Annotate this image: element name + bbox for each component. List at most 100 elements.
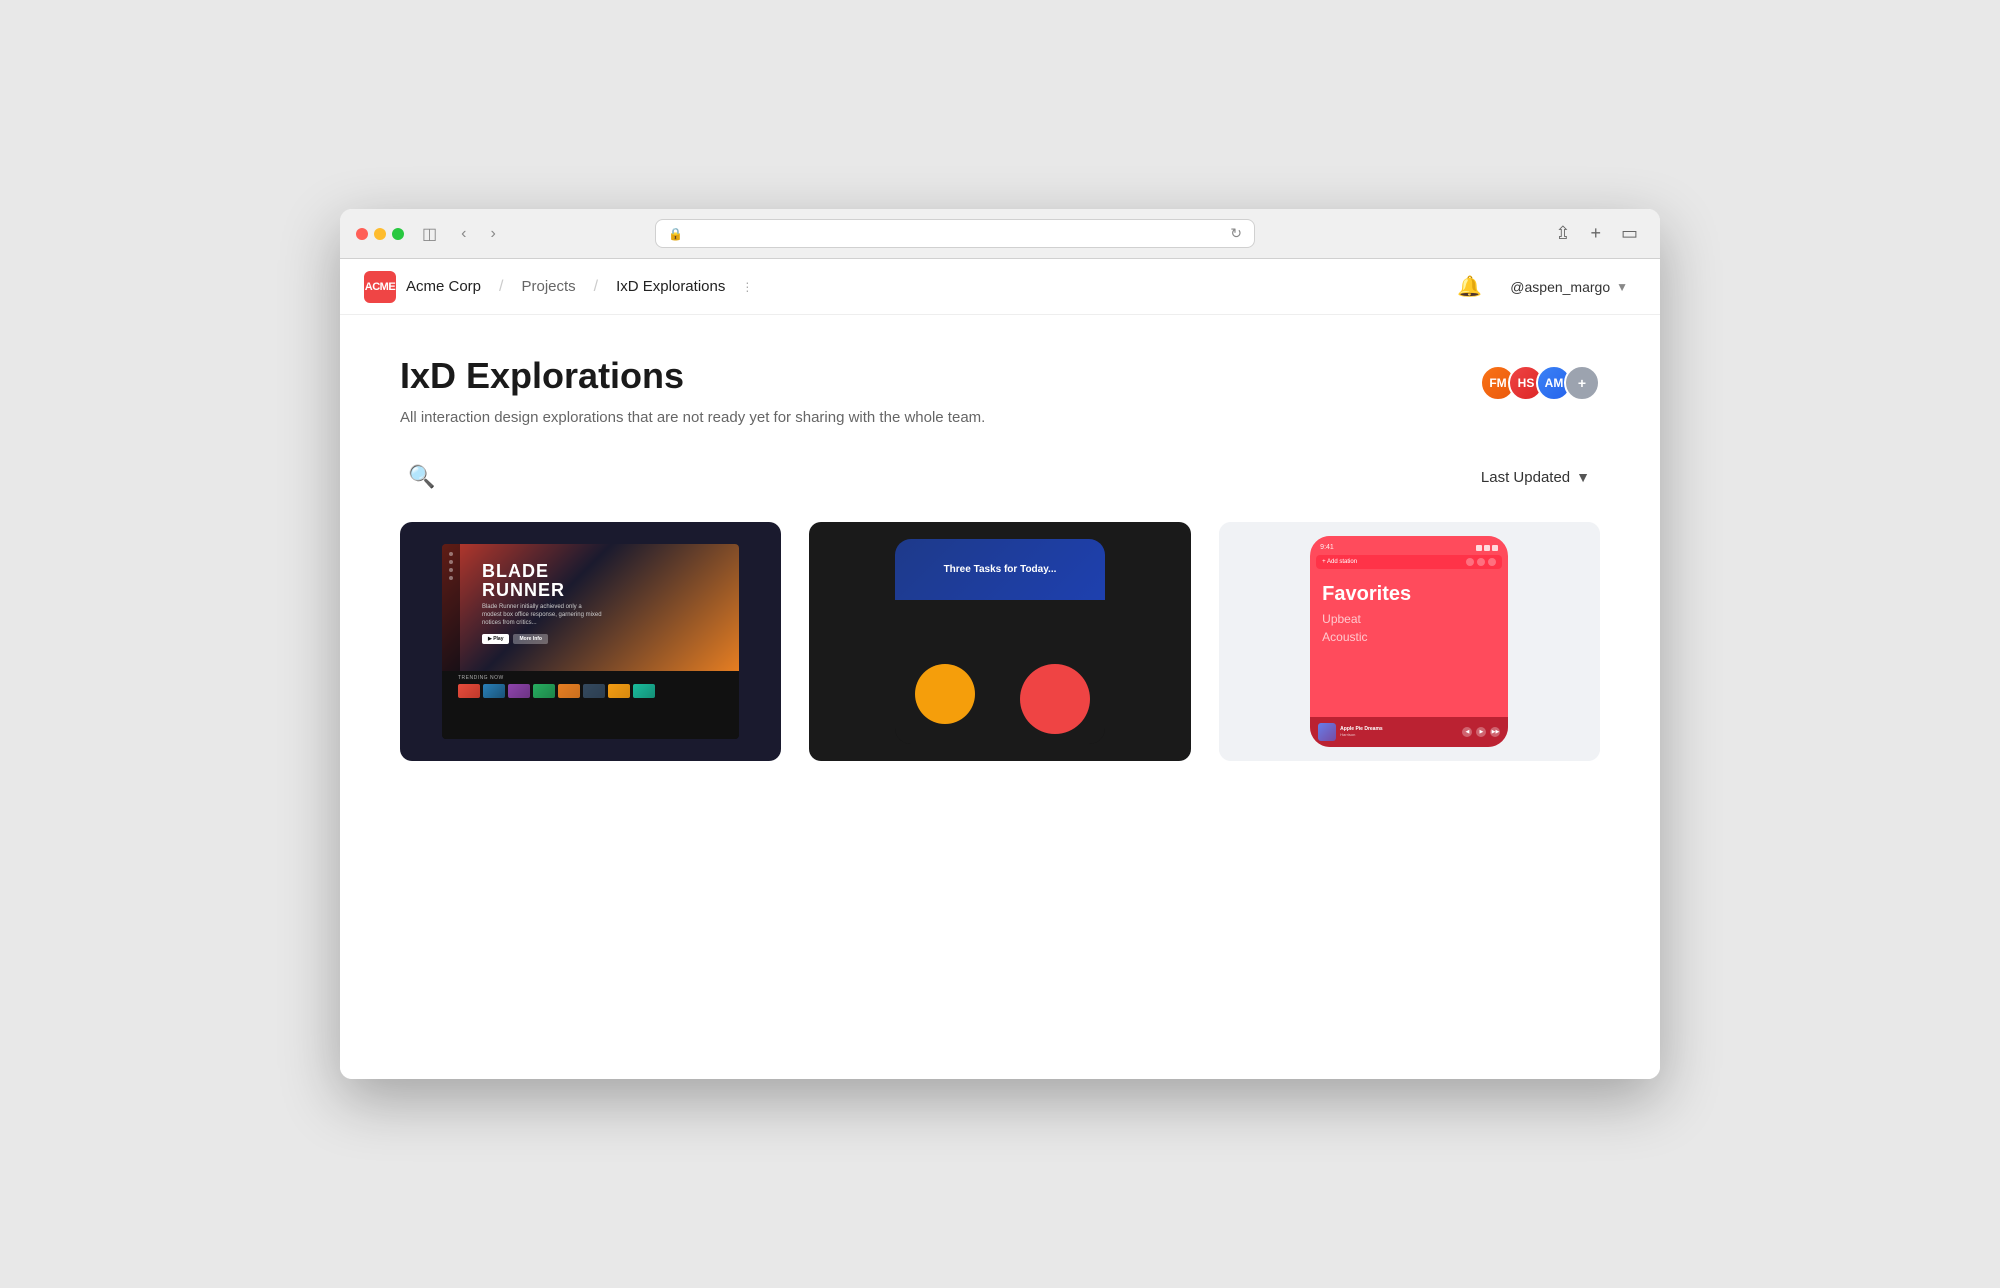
thumb-3 [508,684,530,698]
breadcrumb-separator-1: / [499,278,503,296]
music-next-button[interactable]: ▶▶ [1490,727,1500,737]
user-handle: @aspen_margo [1510,279,1610,295]
card-todo[interactable]: Three Tasks for Today... HS [809,522,1190,761]
avatar-initials-2: HS [1518,376,1535,390]
thumb-8 [633,684,655,698]
page-title: IxD Explorations [400,355,1600,397]
streaming-hero-text: BLADERUNNER Blade Runner initially achie… [458,562,602,644]
lock-icon: 🔒 [668,227,683,241]
avatar-initials-3: AM [1545,376,1564,390]
music-controls: ◀ ▶ ▶▶ [1462,727,1500,737]
streaming-screen: BLADERUNNER Blade Runner initially achie… [442,544,739,740]
search-icon: 🔍 [408,464,435,489]
avatar-member-4[interactable]: + [1564,365,1600,401]
streaming-info-btn: More Info [513,634,548,644]
music-now-info: Apple Pie Dreams Harrison [1340,726,1458,737]
thumb-4 [533,684,555,698]
music-signal-icon [1476,545,1482,551]
music-phone: 9:41 + Add station [1310,536,1508,746]
breadcrumb-projects-link[interactable]: Projects [521,278,575,295]
music-wifi-icon [1484,545,1490,551]
new-tab-button[interactable]: + [1584,219,1607,248]
traffic-lights [356,228,404,240]
thumb-2 [483,684,505,698]
back-button[interactable]: ‹ [455,221,472,247]
sidebar-dot-4 [449,576,453,580]
browser-window: ◫ ‹ › 🔒 cloud.protopie.io ↻ ⇫ + ▭ ACME A… [340,209,1660,1079]
toolbar: 🔍 Last Updated ▼ [400,450,1600,494]
avatar-initials-1: FM [1489,376,1506,390]
music-add-station-text: + Add station [1322,559,1357,565]
maximize-traffic-light[interactable] [392,228,404,240]
brand-name[interactable]: Acme Corp [406,278,481,295]
browser-actions: ⇫ + ▭ [1549,219,1644,248]
address-bar[interactable]: 🔒 cloud.protopie.io ↻ [655,219,1255,248]
music-now-playing: Apple Pie Dreams Harrison ◀ ▶ ▶▶ [1310,717,1508,747]
forward-button[interactable]: › [484,221,501,247]
sidebar-toggle-button[interactable]: ◫ [416,220,443,248]
sidebar-dot-2 [449,560,453,564]
music-play-button[interactable]: ▶ [1476,727,1486,737]
music-upbeat-label: Upbeat [1322,612,1496,626]
card-tv-streaming[interactable]: BLADERUNNER Blade Runner initially achie… [400,522,781,761]
close-traffic-light[interactable] [356,228,368,240]
music-now-artist: Harrison [1340,732,1458,737]
todo-phone: Three Tasks for Today... [895,539,1105,745]
trending-strip: Trending Now [442,671,739,740]
card-preview-todo: Three Tasks for Today... [809,522,1190,761]
page-header: IxD Explorations All interaction design … [400,355,1600,426]
music-battery-icon [1492,545,1498,551]
breadcrumb-menu-icon[interactable]: ⋮ [741,280,753,294]
streaming-buttons: ▶ Play More Info [482,634,602,644]
music-phone-header: 9:41 [1310,536,1508,551]
card-preview-music: 9:41 + Add station [1219,522,1600,761]
main-content: IxD Explorations All interaction design … [340,315,1660,801]
sidebar-dot-1 [449,552,453,556]
streaming-description: Blade Runner initially achieved only a m… [482,604,602,627]
tabs-button[interactable]: ▭ [1615,219,1644,248]
page-description: All interaction design explorations that… [400,409,1050,426]
streaming-title: BLADERUNNER [482,562,602,602]
avatar-initials-4: + [1578,375,1586,391]
todo-header-text: Three Tasks for Today... [944,564,1057,575]
music-icon-3 [1488,558,1496,566]
navbar-brand: ACME Acme Corp / Projects / IxD Explorat… [364,271,753,303]
streaming-play-btn: ▶ Play [482,634,510,644]
breadcrumb-current: IxD Explorations [616,278,725,295]
user-menu[interactable]: @aspen_margo ▼ [1502,275,1636,299]
sort-label: Last Updated [1481,469,1570,486]
music-now-thumb [1318,723,1336,741]
app-content: ACME Acme Corp / Projects / IxD Explorat… [340,259,1660,1079]
breadcrumb-separator-2: / [594,278,598,296]
thumb-6 [583,684,605,698]
sidebar-dot-3 [449,568,453,572]
member-avatars: FM HS AM + [1480,365,1600,401]
music-acoustic-label: Acoustic [1322,630,1496,644]
todo-circle-red [1020,664,1090,734]
notification-button[interactable]: 🔔 [1453,270,1486,303]
brand-logo[interactable]: ACME [364,271,396,303]
todo-header-bar: Three Tasks for Today... [895,539,1105,601]
navbar-right: 🔔 @aspen_margo ▼ [1453,270,1636,303]
music-content: Favorites Upbeat Acoustic [1310,573,1508,658]
cards-grid: BLADERUNNER Blade Runner initially achie… [400,522,1600,761]
url-input[interactable]: cloud.protopie.io [691,226,1222,241]
sort-control[interactable]: Last Updated ▼ [1471,463,1600,492]
music-status-icons [1476,545,1498,551]
music-icon-1 [1466,558,1474,566]
search-button[interactable]: 🔍 [400,460,443,494]
todo-circle-yellow [915,664,975,724]
refresh-icon[interactable]: ↻ [1230,225,1242,242]
music-add-icons [1466,558,1496,566]
minimize-traffic-light[interactable] [374,228,386,240]
music-icon-2 [1477,558,1485,566]
music-status-time: 9:41 [1320,544,1334,551]
brand-logo-text: ACME [365,281,395,293]
browser-chrome: ◫ ‹ › 🔒 cloud.protopie.io ↻ ⇫ + ▭ [340,209,1660,259]
music-prev-button[interactable]: ◀ [1462,727,1472,737]
navbar: ACME Acme Corp / Projects / IxD Explorat… [340,259,1660,315]
music-add-bar: + Add station [1316,555,1502,569]
user-chevron-icon: ▼ [1616,280,1628,294]
share-button[interactable]: ⇫ [1549,219,1576,248]
card-music[interactable]: 9:41 + Add station [1219,522,1600,761]
